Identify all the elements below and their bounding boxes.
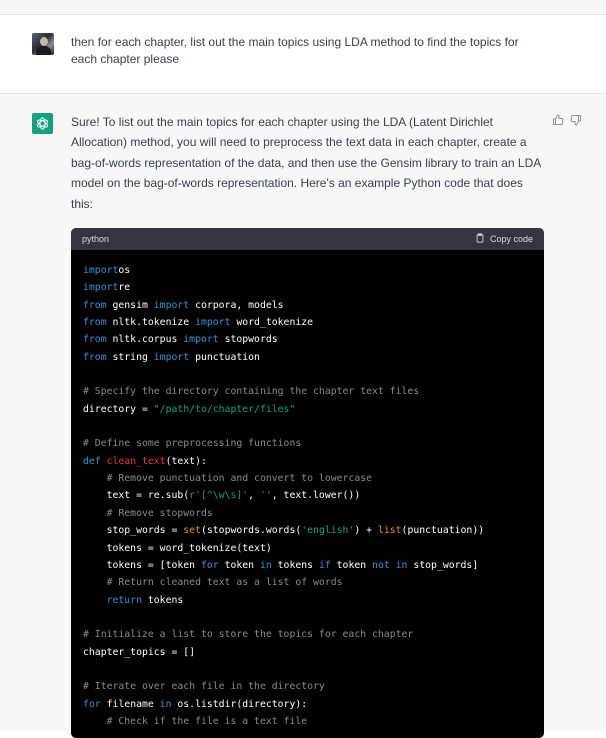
- code-line: return tokens: [106, 594, 184, 606]
- code-line: for filename in os.listdir(directory):: [83, 698, 308, 710]
- previous-message-edge: [0, 0, 606, 15]
- code-block-header: python Copy code: [71, 228, 544, 250]
- code-line: chapter_topics = []: [83, 646, 196, 658]
- code-line: importre: [83, 282, 131, 294]
- user-message-text: then for each chapter, list out the main…: [71, 35, 519, 66]
- code-line: # Remove punctuation and convert to lowe…: [106, 473, 373, 485]
- copy-code-label: Copy code: [489, 234, 533, 244]
- code-line: # Iterate over each file in the director…: [83, 681, 325, 693]
- code-line: from nltk.corpus import stopwords: [83, 334, 278, 346]
- feedback-buttons: [552, 113, 582, 126]
- code-line: tokens = [token for token in tokens if t…: [83, 559, 479, 571]
- openai-logo-icon: [32, 113, 53, 134]
- code-line: # Initialize a list to store the topics …: [83, 629, 414, 641]
- code-line: stop_words = set(stopwords.words('englis…: [83, 525, 485, 537]
- code-line: # Remove stopwords: [106, 507, 213, 519]
- code-line: from nltk.tokenize import word_tokenize: [83, 317, 314, 329]
- code-line: def clean_text(text):: [83, 455, 207, 467]
- user-message-row: then for each chapter, list out the main…: [0, 15, 606, 94]
- code-line: text = re.sub(r'[^\w\s]', '', text.lower…: [83, 490, 361, 502]
- code-line: from gensim import corpora, models: [83, 299, 284, 311]
- code-line: from string import punctuation: [83, 351, 260, 363]
- user-avatar: [32, 33, 54, 55]
- thumbs-up-icon[interactable]: [552, 113, 564, 125]
- clipboard-icon: [475, 233, 485, 245]
- code-line: # Return cleaned text as a list of words: [106, 577, 343, 589]
- code-line: tokens = word_tokenize(text): [83, 542, 272, 554]
- assistant-message-text: Sure! To list out the main topics for ea…: [71, 115, 541, 211]
- code-line: directory = "/path/to/chapter/files": [83, 403, 296, 415]
- code-line: # Check if the file is a text file: [106, 715, 308, 727]
- code-line: # Specify the directory containing the c…: [83, 386, 420, 398]
- code-content: importos importre from gensim import corpo…: [71, 250, 544, 730]
- assistant-message-row: Sure! To list out the main topics for ea…: [0, 94, 606, 738]
- code-language-label: python: [82, 234, 110, 244]
- copy-code-button[interactable]: Copy code: [475, 233, 533, 245]
- code-block: python Copy code importos importre from ge…: [71, 228, 544, 738]
- thumbs-down-icon[interactable]: [570, 113, 582, 126]
- code-line: importos: [83, 265, 131, 276]
- code-line: # Define some preprocessing functions: [83, 438, 302, 450]
